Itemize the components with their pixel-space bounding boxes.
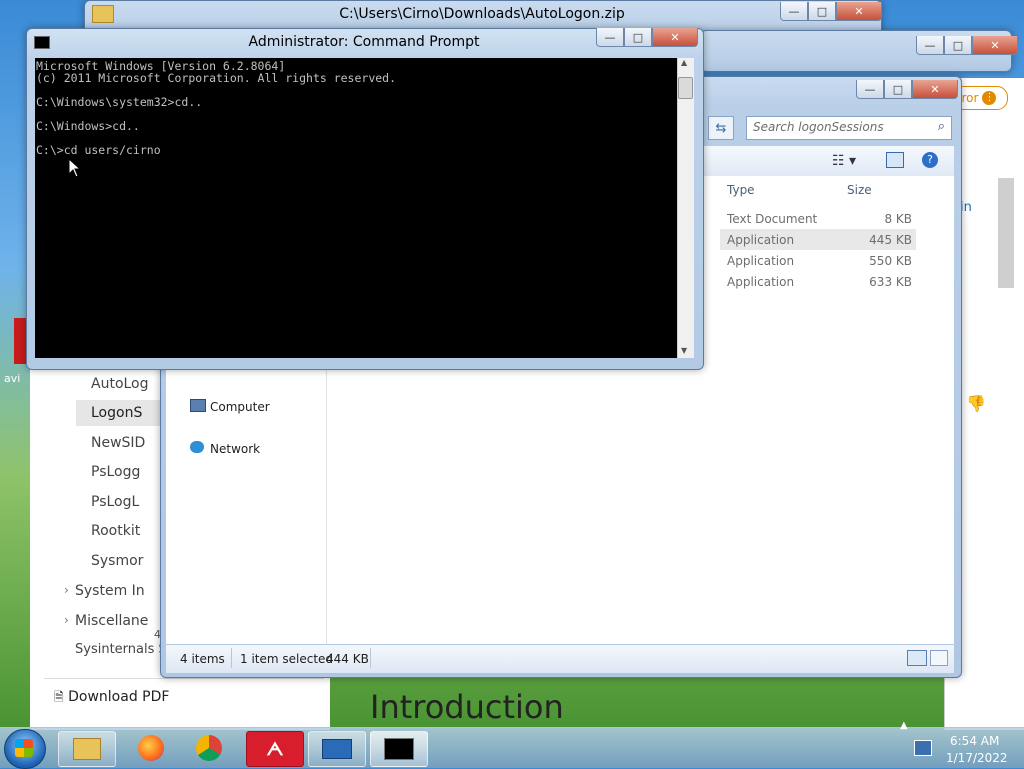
chevron-right-icon[interactable]: › <box>64 613 69 627</box>
side-item-selected[interactable]: LogonS <box>91 405 142 421</box>
taskbar-explorer-button[interactable] <box>58 731 116 767</box>
side-item[interactable]: Sysmor <box>91 553 143 569</box>
status-divider <box>231 648 232 668</box>
side-group[interactable]: System In <box>75 583 145 599</box>
table-row[interactable]: Application 550 KB <box>720 250 916 271</box>
taskbar-chrome-button[interactable] <box>192 731 226 765</box>
scroll-thumb[interactable] <box>678 77 693 99</box>
mouse-cursor-icon <box>68 158 82 178</box>
file-type: Application <box>727 254 795 268</box>
details-view-icon[interactable] <box>907 650 927 666</box>
taskbar-firefox-button[interactable] <box>134 731 168 765</box>
page-heading: Introduction <box>370 688 564 726</box>
network-icon <box>190 441 204 453</box>
taskbar-cmd-button[interactable] <box>370 731 428 767</box>
console-line: C:\Windows>cd.. <box>36 119 140 133</box>
folder-icon <box>92 5 114 23</box>
chevron-right-icon[interactable]: › <box>64 583 69 597</box>
zip-window-title: C:\Users\Cirno\Downloads\AutoLogon.zip <box>339 6 625 22</box>
file-size: 8 KB <box>884 212 912 226</box>
download-pdf-link[interactable]: 🗎 Download PDF <box>54 688 169 709</box>
maximize-button[interactable]: □ <box>884 80 912 99</box>
tray-clock-time[interactable]: 6:54 AM <box>950 734 999 748</box>
status-divider <box>370 648 371 668</box>
desktop-red-icon[interactable] <box>14 318 26 364</box>
cmd-scrollbar[interactable] <box>677 58 694 358</box>
computer-icon <box>190 399 206 412</box>
file-size: 633 KB <box>869 275 912 289</box>
taskbar-avira-button[interactable]: ᗅ <box>246 731 304 767</box>
monitor-icon <box>322 739 352 759</box>
side-group[interactable]: Miscellane <box>75 613 148 629</box>
maximize-button[interactable]: □ <box>808 2 836 21</box>
divider <box>44 678 324 679</box>
network-tray-icon[interactable] <box>914 740 932 756</box>
status-selected-size: 444 KB <box>326 652 369 666</box>
search-input[interactable]: Search logonSessions <box>753 120 884 134</box>
browser-side-list: AutoLog LogonS NewSID PsLogg PsLogL Root… <box>30 360 324 730</box>
help-icon[interactable]: ? <box>922 152 938 168</box>
zip-window-controls: — □ ✕ <box>780 2 1018 21</box>
side-item[interactable]: AutoLog <box>91 376 149 392</box>
avira-icon: ᗅ <box>266 738 284 760</box>
console-line: (c) 2011 Microsoft Corporation. All righ… <box>36 71 397 85</box>
file-size: 445 KB <box>869 233 912 247</box>
close-button[interactable]: ✕ <box>912 80 958 99</box>
large-icons-view-icon[interactable] <box>930 650 948 666</box>
file-type: Application <box>727 275 795 289</box>
document-icon: 🗎 <box>54 690 64 704</box>
explorer-window-controls: — □ ✕ <box>856 80 1018 99</box>
table-row-selected[interactable]: Application 445 KB <box>720 229 916 250</box>
scroll-down-arrow-icon[interactable]: ▼ <box>681 346 687 355</box>
console-input-line[interactable]: C:\>cd users/cirno <box>36 143 161 157</box>
nav-item-network[interactable]: Network <box>210 442 260 456</box>
search-box[interactable]: Search logonSessions ⌕ <box>746 116 952 140</box>
cmd-window-controls: — □ ✕ <box>596 28 1018 47</box>
minimize-button[interactable]: — <box>856 80 884 99</box>
side-item[interactable]: PsLogg <box>91 464 140 480</box>
cmd-icon <box>384 738 414 760</box>
tray-clock-date[interactable]: 1/17/2022 <box>946 751 1008 765</box>
desktop-label: avi <box>4 372 21 385</box>
file-type: Application <box>727 233 795 247</box>
status-item-count: 4 items <box>180 652 225 666</box>
side-item[interactable]: Rootkit <box>91 523 140 539</box>
nav-item-computer[interactable]: Computer <box>210 400 270 414</box>
maximize-button[interactable]: □ <box>624 28 652 47</box>
close-button[interactable]: ✕ <box>652 28 698 47</box>
file-type: Text Document <box>727 212 818 226</box>
thumbs-down-icon[interactable]: 👎 <box>966 394 986 413</box>
table-row[interactable]: Text Document 8 KB <box>720 208 916 229</box>
table-row[interactable]: Application 633 KB <box>720 271 916 292</box>
tray-expand-icon[interactable]: ▲ <box>900 720 908 731</box>
chrome-icon <box>196 735 222 761</box>
side-group[interactable]: Sysinternals S <box>75 642 167 657</box>
windows-logo-icon <box>15 739 33 757</box>
taskbar-monitor-button[interactable] <box>308 731 366 767</box>
view-options-icon[interactable]: ☷ ▾ <box>832 153 856 169</box>
status-selected: 1 item selected <box>240 652 334 666</box>
refresh-button[interactable]: ⇆ <box>708 116 734 140</box>
minimize-button[interactable]: — <box>596 28 624 47</box>
scroll-up-arrow-icon[interactable]: ▲ <box>681 58 687 67</box>
minimize-button[interactable]: — <box>780 2 808 21</box>
column-header-type[interactable]: Type <box>727 183 755 197</box>
folder-icon <box>73 738 101 760</box>
preview-pane-icon[interactable] <box>886 152 904 168</box>
download-pdf-label: Download PDF <box>68 689 170 705</box>
side-item[interactable]: NewSID <box>91 435 145 451</box>
close-button[interactable]: ✕ <box>836 2 882 21</box>
search-icon: ⌕ <box>937 119 945 134</box>
firefox-icon <box>138 735 164 761</box>
scrollbar-track[interactable] <box>998 178 1014 288</box>
side-item[interactable]: PsLogL <box>91 494 139 510</box>
console-line: C:\Windows\system32>cd.. <box>36 95 203 109</box>
file-size: 550 KB <box>869 254 912 268</box>
column-header-size[interactable]: Size <box>847 183 872 197</box>
